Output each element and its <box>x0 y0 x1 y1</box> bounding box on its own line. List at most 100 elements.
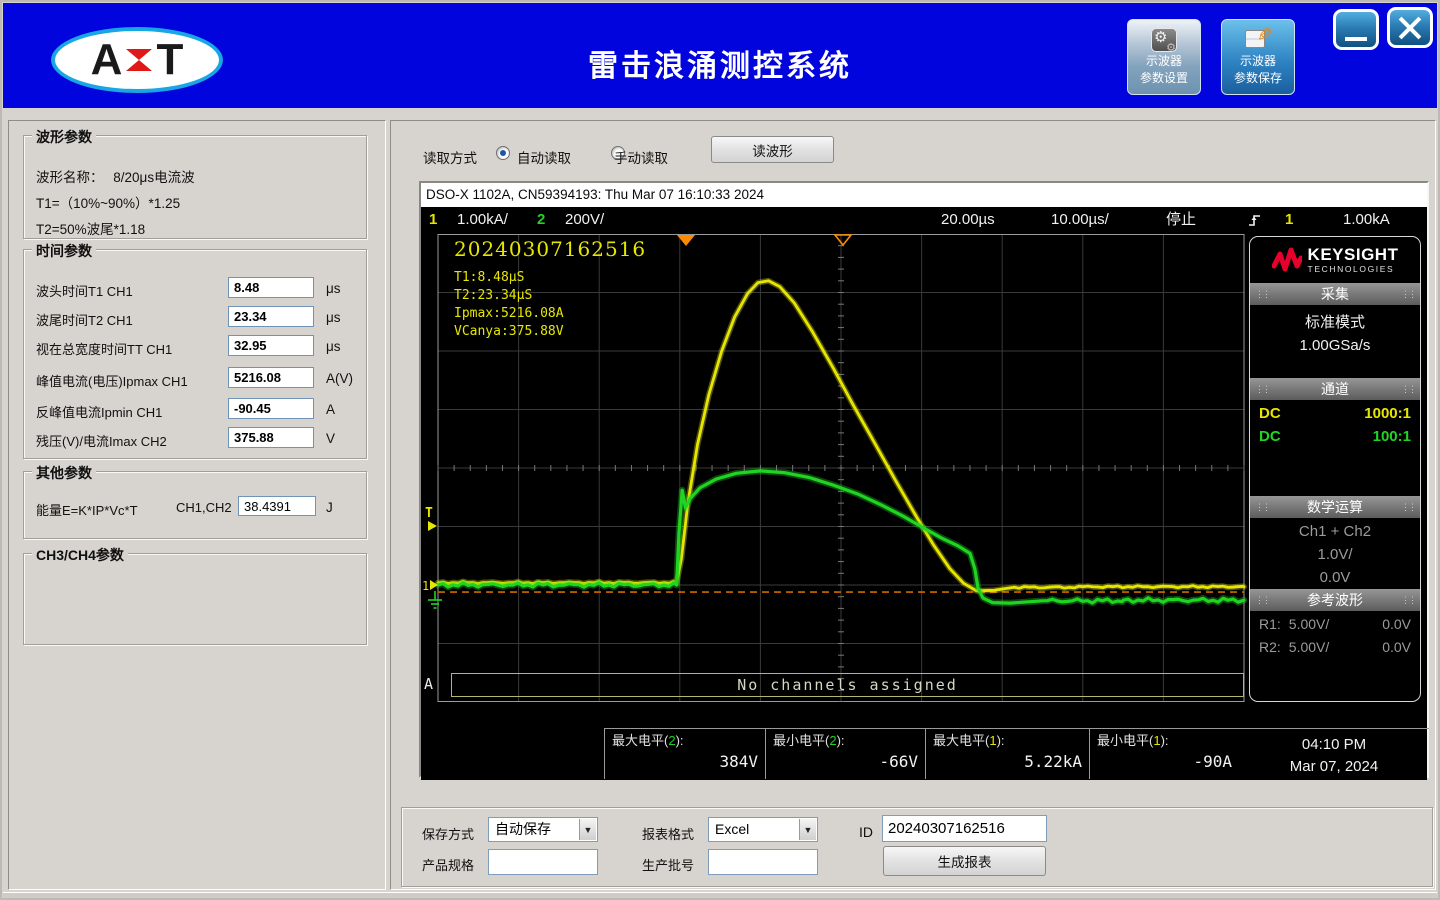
product-spec-label: 产品规格 <box>422 858 475 873</box>
manual-read-label: 手动读取 <box>614 151 668 166</box>
ref2-offset: 0.0V <box>1382 639 1411 655</box>
acquire-section-header: ⋮⋮ 采集 ⋮⋮ <box>1250 283 1420 305</box>
waveform-name-label: 波形名称： <box>36 170 104 185</box>
report-format-label: 报表格式 <box>642 827 695 842</box>
osc-date: Mar 07, 2024 <box>1289 758 1379 775</box>
ch2-coupling: DC <box>1259 428 1281 445</box>
record-id-input[interactable] <box>882 815 1047 842</box>
trigger-channel: 1 <box>1285 211 1294 228</box>
keysight-name: KEYSIGHT <box>1307 245 1399 265</box>
ch2-ground-icon <box>428 591 442 609</box>
digital-bus-label: A <box>424 675 434 693</box>
minimize-button[interactable] <box>1333 9 1379 50</box>
keysight-sub: TECHNOLOGIES <box>1307 264 1395 275</box>
measurement-id-annotation: 20240307162516 <box>454 237 647 261</box>
time-row-label: 波尾时间T2 CH1 <box>36 313 133 328</box>
batch-number-label: 生产批号 <box>642 858 695 873</box>
time-row-label: 波头时间T1 CH1 <box>36 284 133 299</box>
chevron-down-icon[interactable]: ▼ <box>799 819 816 840</box>
channels-section-header: ⋮⋮ 通道 ⋮⋮ <box>1250 378 1420 400</box>
auto-read-radio[interactable] <box>496 146 510 160</box>
osc-clock: 04:10 PM Mar 07, 2024 <box>1239 728 1429 779</box>
waveform-display: T 1 20240307162516 T1:8.48µS T2:23.34µS … <box>421 234 1429 780</box>
measurements-bar: 最大电平(2): 384V 最小电平(2): -66V 最大电平(1): 5.2… <box>421 702 1429 780</box>
tt-input[interactable] <box>228 335 314 356</box>
keysight-logo: KEYSIGHT TECHNOLOGIES <box>1250 237 1420 283</box>
run-state: 停止 <box>1166 211 1197 228</box>
ch2-scale: 200V/ <box>565 211 605 228</box>
osc-save-button[interactable]: ✎ 示波器 参数保存 <box>1221 19 1295 95</box>
tt-unit: μs <box>326 339 341 354</box>
max-level-ch2-value: 384V <box>719 752 758 771</box>
t2-input[interactable] <box>228 306 314 327</box>
t1-input[interactable] <box>228 277 314 298</box>
oscilloscope-panel: 读取方式 自动读取 手动读取 读波形 DSO-X 1102A, CN593941… <box>390 120 1436 890</box>
ipmin-input[interactable] <box>228 398 314 419</box>
oscilloscope-screenshot: DSO-X 1102A, CN59394193: Thu Mar 07 16:1… <box>419 181 1429 780</box>
product-spec-input[interactable] <box>488 849 598 875</box>
min-level-ch1-value: -90A <box>1193 752 1232 771</box>
no-channels-banner: No channels assigned <box>451 673 1244 697</box>
read-waveform-button[interactable]: 读波形 <box>711 136 834 163</box>
parameters-panel: 波形参数 波形名称： 8/20μs电流波 T1=（10%~90%）*1.25 T… <box>8 120 386 890</box>
center-marker-icon <box>833 234 853 247</box>
ch2-probe-ratio: 100:1 <box>1372 428 1411 445</box>
ipmax-input[interactable] <box>228 367 314 388</box>
report-format-select[interactable]: Excel ▼ <box>708 817 818 842</box>
energy-formula-label: 能量E=K*IP*Vc*T <box>36 503 138 518</box>
time-row-label: 视在总宽度时间TT CH1 <box>36 342 173 357</box>
read-mode-label: 读取方式 <box>423 151 477 166</box>
app-window: A T 雷击浪涌测控系统 ⚙ ⚙ 示波器 参数设置 ✎ 示波器 参数保存 波形参… <box>0 0 1440 900</box>
auto-read-label: 自动读取 <box>517 151 571 166</box>
close-button[interactable] <box>1387 7 1433 48</box>
record-id-label: ID <box>859 824 873 840</box>
ch2-number: 2 <box>537 211 546 228</box>
ch1-number: 1 <box>429 211 438 228</box>
energy-input[interactable] <box>238 496 316 516</box>
t1-annotation: T1:8.48µS <box>454 270 525 285</box>
save-mode-select[interactable]: 自动保存 ▼ <box>488 817 598 842</box>
measurement-cell: 最大电平(1): 5.22kA <box>925 728 1089 779</box>
ref2-scale: 5.00V/ <box>1288 639 1330 655</box>
imax-unit: V <box>326 431 336 446</box>
t1-unit: μs <box>326 281 341 296</box>
waveform-params-group: 波形参数 波形名称： 8/20μs电流波 T1=（10%~90%）*1.25 T… <box>23 127 367 239</box>
time-row-label: 残压(V)/电流Imax CH2 <box>36 434 167 449</box>
trigger-level: 1.00kA <box>1343 211 1390 228</box>
time-params-title: 时间参数 <box>32 241 96 261</box>
math-offset: 0.0V <box>1319 569 1351 586</box>
osc-time: 04:10 PM <box>1301 736 1367 753</box>
osc-save-label-2: 参数保存 <box>1233 71 1282 85</box>
ipmax-unit: A(V) <box>326 371 353 386</box>
math-expression: Ch1 + Ch2 <box>1298 523 1372 540</box>
chevron-down-icon[interactable]: ▼ <box>579 819 596 840</box>
ref2-name: R2: <box>1259 639 1281 655</box>
osc-side-panel: KEYSIGHT TECHNOLOGIES ⋮⋮ 采集 ⋮⋮ 标准模式 1.00GS… <box>1249 236 1421 702</box>
t2-annotation: T2:23.34µS <box>454 288 533 303</box>
trigger-level-marker-label: T <box>425 506 433 521</box>
generate-report-button[interactable]: 生成报表 <box>883 846 1046 876</box>
trigger-level-arrow-icon <box>428 521 437 531</box>
t1-formula: T1=（10%~90%）*1.25 <box>36 196 181 211</box>
save-mode-label: 保存方式 <box>422 827 475 842</box>
osc-settings-label-2: 参数设置 <box>1139 71 1188 85</box>
math-scale: 1.0V/ <box>1317 546 1353 563</box>
acquire-section: 标准模式 1.00GSa/s <box>1250 305 1420 378</box>
batch-number-input[interactable] <box>708 849 818 875</box>
time-scale: 10.00µs/ <box>1051 211 1109 228</box>
osc-settings-label-1: 示波器 <box>1145 54 1182 68</box>
imax-input[interactable] <box>228 427 314 448</box>
osc-settings-button[interactable]: ⚙ ⚙ 示波器 参数设置 <box>1127 19 1201 95</box>
t2-unit: μs <box>326 310 341 325</box>
ipmin-unit: A <box>326 402 336 417</box>
time-row-label: 反峰值电流Ipmin CH1 <box>36 405 163 420</box>
ipmax-annotation: Ipmax:5216.08A <box>454 306 564 321</box>
reference-section: R1: 5.00V/ 0.0V R2: 5.00V/ 0.0V <box>1250 611 1420 659</box>
ref1-name: R1: <box>1259 616 1281 632</box>
time-reference: 20.00µs <box>941 211 995 228</box>
measurement-cell: 最大电平(2): 384V <box>604 728 765 779</box>
math-section: Ch1 + Ch2 1.0V/ 0.0V <box>1250 518 1420 589</box>
waveform-params-title: 波形参数 <box>32 127 96 147</box>
status-strip <box>3 892 1437 898</box>
reference-section-header: ⋮⋮ 参考波形 ⋮⋮ <box>1250 589 1420 611</box>
